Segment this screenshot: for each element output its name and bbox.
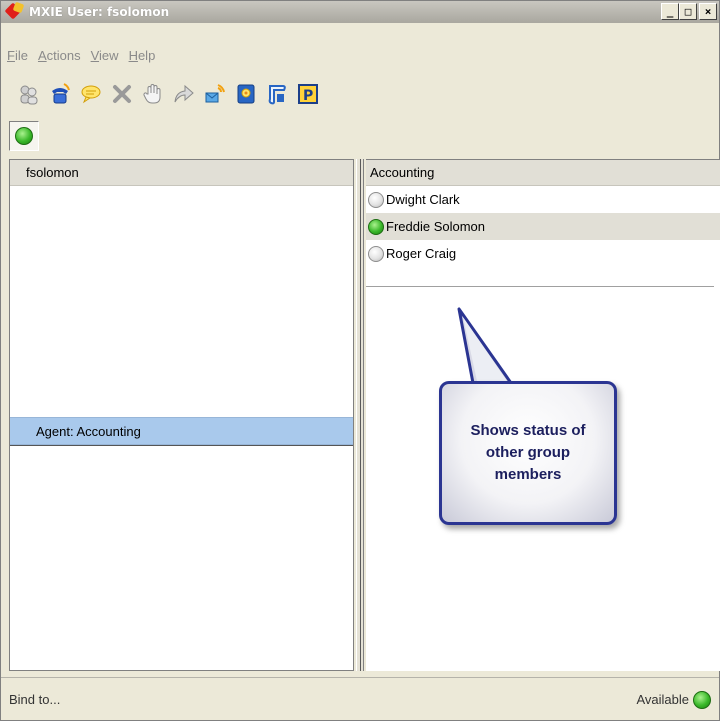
window-title: MXIE User: fsolomon [29, 5, 170, 19]
menu-view[interactable]: View [91, 48, 119, 63]
agent-group-header[interactable]: Agent: Accounting [10, 417, 353, 445]
menu-actions[interactable]: Actions [38, 48, 81, 63]
callout-annotation: Shows status of other group members [439, 381, 617, 525]
mxie-window: MXIE User: fsolomon _ □ × File Actions V… [0, 0, 720, 721]
presence-indicator[interactable]: Available [636, 690, 711, 709]
mxie-app-icon [4, 1, 25, 21]
callout-tail [457, 307, 513, 385]
available-status-icon [693, 690, 711, 709]
cancel-icon[interactable] [110, 82, 134, 106]
chat-icon[interactable] [79, 82, 103, 106]
offline-status-icon [368, 245, 384, 262]
panel-splitter[interactable] [356, 159, 364, 671]
user-panel: fsolomon Agent: Accounting [9, 159, 354, 671]
group-header: Accounting [366, 160, 720, 186]
users-icon[interactable] [17, 82, 41, 106]
hand-icon[interactable] [141, 82, 165, 106]
agent-group-list [10, 445, 353, 672]
svg-text:P: P [303, 88, 313, 104]
menu-help[interactable]: Help [129, 48, 156, 63]
minimize-button[interactable]: _ [661, 3, 679, 20]
status-selector-button[interactable] [9, 121, 39, 151]
member-name: Dwight Clark [386, 192, 460, 207]
voicemail-icon[interactable] [203, 82, 227, 106]
phone-icon[interactable] [48, 82, 72, 106]
available-status-icon [15, 127, 33, 145]
call-log-icon[interactable] [265, 82, 289, 106]
member-name: Freddie Solomon [386, 219, 485, 234]
user-panel-header: fsolomon [10, 160, 353, 186]
member-name: Roger Craig [386, 246, 457, 261]
menu-bar: File Actions View Help [1, 45, 165, 65]
maximize-button[interactable]: □ [679, 3, 697, 20]
bind-to-link[interactable]: Bind to... [9, 692, 60, 707]
title-bar[interactable]: MXIE User: fsolomon _ □ × [1, 1, 719, 23]
contacts-icon[interactable] [234, 82, 258, 106]
member-row[interactable]: Dwight Clark [366, 186, 720, 213]
member-row-selected[interactable]: Freddie Solomon [366, 213, 720, 240]
available-status-icon [368, 218, 384, 235]
forward-icon[interactable] [172, 82, 196, 106]
main-toolbar: P [17, 79, 320, 109]
menu-file[interactable]: File [7, 48, 28, 63]
park-icon[interactable]: P [296, 82, 320, 106]
offline-status-icon [368, 191, 384, 208]
window-controls: _ □ × [661, 3, 717, 20]
member-row[interactable]: Roger Craig [366, 240, 720, 267]
status-bar: Bind to... Available [1, 677, 719, 721]
close-button[interactable]: × [699, 3, 717, 20]
member-list-divider [366, 286, 714, 287]
presence-label: Available [636, 692, 689, 707]
